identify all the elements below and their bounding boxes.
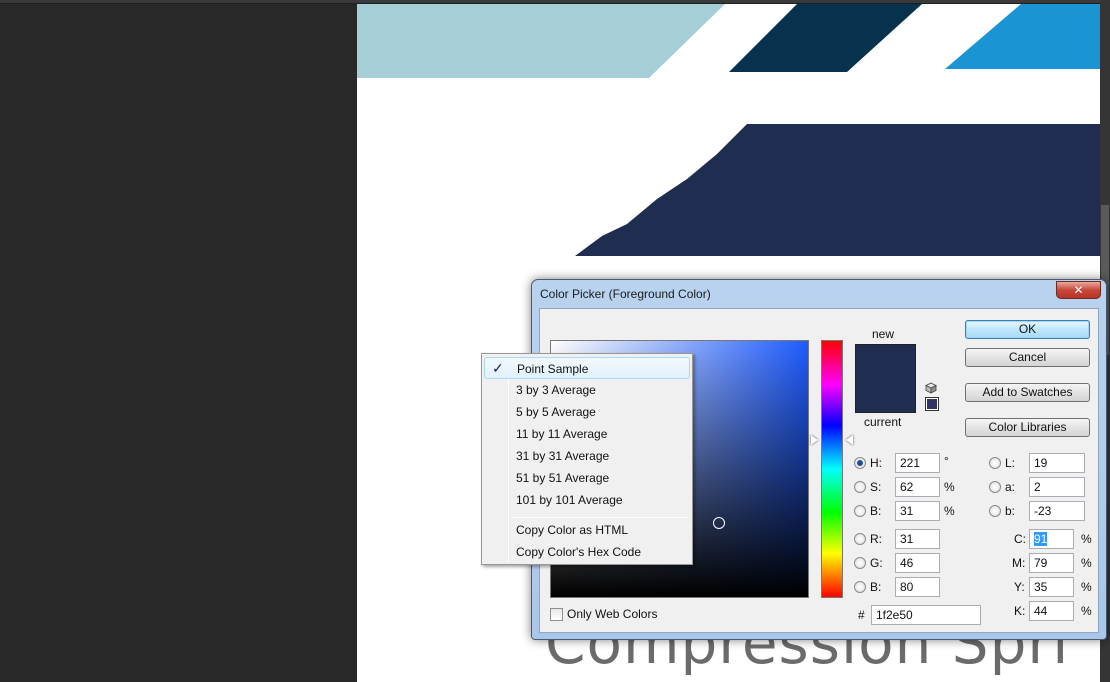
menu-item-label: Copy Color as HTML [516, 523, 629, 537]
bright-blue-shape [945, 4, 1100, 69]
lab-l-input[interactable]: 19 [1029, 453, 1085, 473]
dialog-title: Color Picker (Foreground Color) [540, 287, 711, 301]
saturation-unit: % [944, 480, 955, 494]
menu-item-5x5-average[interactable]: 5 by 5 Average [484, 401, 690, 423]
blue-label: B: [870, 580, 882, 594]
lab-a-label: a: [1005, 480, 1016, 494]
menu-item-label: Point Sample [517, 362, 589, 376]
cyan-unit: % [1081, 532, 1092, 546]
hue-radio[interactable] [854, 457, 866, 469]
magenta-label: M: [1012, 556, 1026, 570]
hex-label: # [858, 608, 865, 622]
menu-item-label: 51 by 51 Average [516, 471, 610, 485]
yellow-input[interactable]: 35 [1029, 577, 1074, 597]
yellow-unit: % [1081, 580, 1092, 594]
menu-item-point-sample[interactable]: ✓ Point Sample [484, 357, 690, 379]
red-input[interactable]: 31 [895, 529, 940, 549]
brightness-input[interactable]: 31 [895, 501, 940, 521]
current-label: current [864, 415, 902, 429]
color-libraries-button[interactable]: Color Libraries [965, 418, 1090, 437]
green-radio[interactable] [854, 557, 866, 569]
hue-input[interactable]: 221 [895, 453, 940, 473]
dark-teal-shape [729, 4, 922, 72]
cyan-label: C: [1014, 532, 1026, 546]
magenta-input[interactable]: 79 [1029, 553, 1074, 573]
hue-slider-left-arrow[interactable] [811, 435, 818, 445]
navy-shape [575, 124, 1100, 256]
menu-item-label: Copy Color's Hex Code [516, 545, 642, 559]
red-label: R: [870, 532, 882, 546]
menu-item-3x3-average[interactable]: 3 by 3 Average [484, 379, 690, 401]
black-label: K: [1014, 604, 1026, 618]
lab-b-input[interactable]: -23 [1029, 501, 1085, 521]
cyan-input[interactable]: 91 [1029, 529, 1074, 549]
color-preview-swatch[interactable] [855, 344, 916, 413]
cyan-value-selected: 91 [1034, 532, 1048, 546]
lab-l-label: L: [1005, 456, 1016, 470]
close-icon: ✕ [1073, 283, 1084, 297]
hue-slider-right-arrow[interactable] [846, 435, 853, 445]
hue-slider[interactable] [821, 340, 843, 598]
brightness-label: B: [870, 504, 882, 518]
saturation-radio[interactable] [854, 481, 866, 493]
new-label: new [872, 327, 895, 341]
saturation-input[interactable]: 62 [895, 477, 940, 497]
red-radio[interactable] [854, 533, 866, 545]
left-panel [0, 0, 357, 682]
hue-unit: ° [944, 454, 949, 468]
yellow-label: Y: [1014, 580, 1025, 594]
ok-button[interactable]: OK [965, 320, 1090, 339]
magenta-unit: % [1081, 556, 1092, 570]
brightness-unit: % [944, 504, 955, 518]
checkmark-icon: ✓ [492, 360, 504, 376]
menu-item-11x11-average[interactable]: 11 by 11 Average [484, 423, 690, 445]
black-unit: % [1081, 604, 1092, 618]
menu-item-label: 11 by 11 Average [516, 427, 608, 441]
saturation-label: S: [870, 480, 882, 494]
menu-item-label: 3 by 3 Average [516, 383, 596, 397]
brightness-radio[interactable] [854, 505, 866, 517]
menu-item-101x101-average[interactable]: 101 by 101 Average [484, 489, 690, 511]
cancel-button[interactable]: Cancel [965, 348, 1090, 367]
menu-item-31x31-average[interactable]: 31 by 31 Average [484, 445, 690, 467]
color-field-cursor[interactable] [713, 517, 725, 529]
dialog-titlebar[interactable]: Color Picker (Foreground Color) ✕ [532, 280, 1106, 308]
menu-item-label: 101 by 101 Average [516, 493, 623, 507]
close-button[interactable]: ✕ [1056, 281, 1101, 299]
lab-b-radio[interactable] [989, 505, 1001, 517]
light-teal-shape [357, 4, 725, 78]
blue-input[interactable]: 80 [895, 577, 940, 597]
blue-radio[interactable] [854, 581, 866, 593]
menu-item-copy-color-as-html[interactable]: Copy Color as HTML [484, 519, 690, 541]
only-web-colors-checkbox[interactable] [550, 608, 563, 621]
add-to-swatches-button[interactable]: Add to Swatches [965, 383, 1090, 402]
lab-l-radio[interactable] [989, 457, 1001, 469]
menu-item-copy-hex-code[interactable]: Copy Color's Hex Code [484, 541, 690, 563]
out-of-gamut-cube-icon[interactable] [925, 382, 937, 394]
menu-separator [512, 517, 688, 518]
menu-item-51x51-average[interactable]: 51 by 51 Average [484, 467, 690, 489]
web-safe-color-icon[interactable] [925, 397, 939, 411]
sample-size-context-menu: ✓ Point Sample 3 by 3 Average 5 by 5 Ave… [481, 353, 693, 565]
green-input[interactable]: 46 [895, 553, 940, 573]
menu-item-label: 5 by 5 Average [516, 405, 596, 419]
hue-label: H: [870, 456, 882, 470]
hex-input[interactable]: 1f2e50 [871, 605, 981, 625]
menu-item-label: 31 by 31 Average [516, 449, 610, 463]
black-input[interactable]: 44 [1029, 601, 1074, 621]
only-web-colors-label[interactable]: Only Web Colors [567, 607, 657, 621]
lab-a-radio[interactable] [989, 481, 1001, 493]
green-label: G: [870, 556, 883, 570]
lab-a-input[interactable]: 2 [1029, 477, 1085, 497]
lab-b-label: b: [1005, 504, 1016, 518]
